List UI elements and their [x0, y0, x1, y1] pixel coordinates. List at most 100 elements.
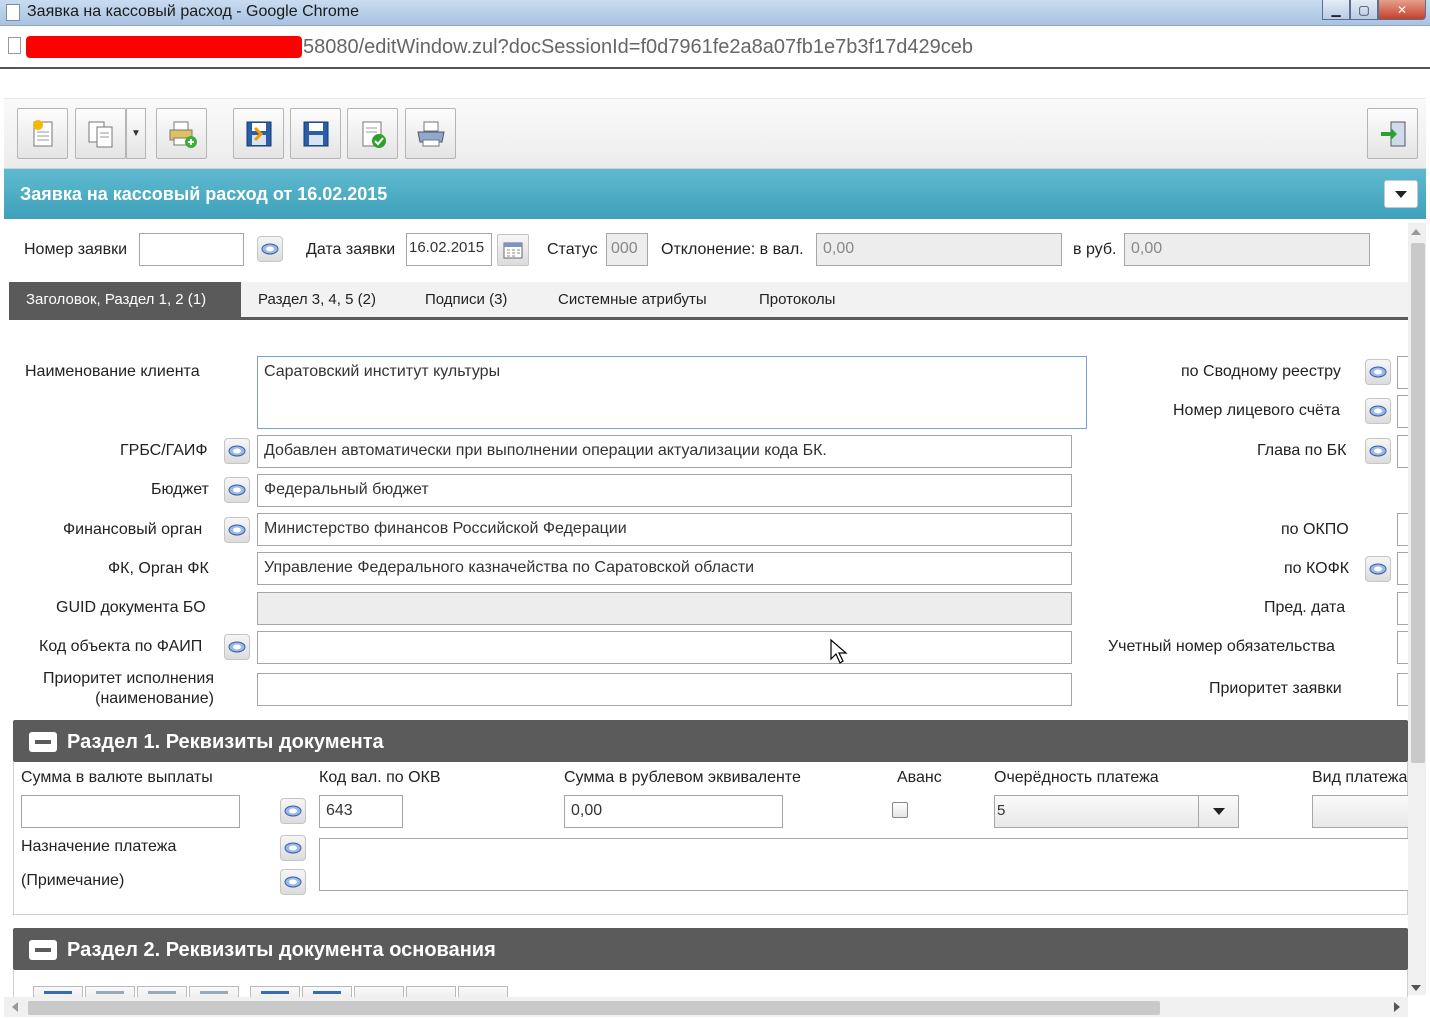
sum-input[interactable] [21, 795, 240, 828]
tab-sections-345[interactable]: Раздел 3, 4, 5 (2) [241, 282, 393, 317]
queue-label: Очерёдность платежа [994, 769, 1159, 786]
guid-label: GUID документа БО [56, 599, 206, 616]
scroll-up-icon[interactable] [1411, 229, 1421, 235]
collapse-icon[interactable] [29, 732, 57, 752]
deviation-label: Отклонение: в вал. [661, 241, 804, 258]
new-document-icon [32, 119, 52, 146]
validate-button[interactable] [347, 108, 398, 159]
budget-lookup[interactable] [224, 477, 250, 503]
horizontal-scroll-thumb[interactable] [28, 1001, 1160, 1015]
document-title: Заявка на кассовый расход от 16.02.2015 [20, 184, 388, 204]
address-bar[interactable]: 58080/editWindow.zul?docSessionId=f0d796… [0, 26, 1430, 69]
grbs-input[interactable]: Добавлен автоматически при выполнении оп… [257, 435, 1072, 468]
copy-document-button[interactable] [75, 108, 126, 159]
collapse-icon[interactable] [29, 940, 57, 960]
deviation-value: 0,00 [816, 233, 1062, 266]
horizontal-scrollbar[interactable] [4, 997, 1408, 1017]
priority-label-line1: Приоритет исполнения [42, 670, 214, 687]
note-lookup[interactable] [280, 869, 306, 895]
fk-input[interactable]: Управление Федерального казначейства по … [257, 552, 1072, 585]
request-number-input[interactable] [139, 233, 244, 266]
request-number-label: Номер заявки [24, 241, 128, 258]
section1-header[interactable]: Раздел 1. Реквизиты документа [13, 720, 1408, 762]
lookup-icon [228, 445, 246, 457]
tab-header[interactable]: Заголовок, Раздел 1, 2 (1) [9, 282, 241, 317]
scroll-down-icon[interactable] [1411, 985, 1421, 991]
lookup-icon [284, 876, 302, 888]
scroll-right-icon[interactable] [1394, 1002, 1400, 1012]
chevron-down-icon[interactable] [1198, 796, 1238, 827]
kofk-lookup[interactable] [1365, 556, 1391, 582]
rub-sum-label: Сумма в рублевом эквиваленте [564, 769, 801, 786]
scroll-left-icon[interactable] [12, 1002, 18, 1012]
vertical-scrollbar[interactable] [1408, 223, 1426, 995]
queue-value: 5 [997, 802, 1006, 819]
printer-add-icon [169, 121, 197, 148]
lookup-icon [284, 842, 302, 854]
tab-system-attributes[interactable]: Системные атрибуты [541, 282, 724, 317]
print-button[interactable] [405, 108, 456, 159]
grbs-label: ГРБС/ГАИФ [120, 442, 208, 459]
budget-label: Бюджет [151, 481, 209, 498]
pred-date-label: Пред. дата [1264, 599, 1346, 616]
fin-organ-input[interactable]: Министерство финансов Российской Федерац… [257, 513, 1072, 546]
tab-signatures[interactable]: Подписи (3) [408, 282, 524, 317]
document-header: Заявка на кассовый расход от 16.02.2015 [4, 169, 1426, 219]
lookup-icon [228, 484, 246, 496]
status-value: 000 [606, 233, 648, 266]
pay-type-label: Вид платежа [1312, 769, 1408, 786]
glava-lookup[interactable] [1365, 438, 1391, 464]
kofk-label: по КОФК [1284, 560, 1350, 577]
save-close-button[interactable] [233, 108, 284, 159]
request-number-lookup[interactable] [257, 236, 283, 262]
sum-lookup[interactable] [280, 798, 306, 824]
section2-title: Раздел 2. Реквизиты документа основания [67, 939, 496, 961]
pay-type-select[interactable] [1312, 795, 1408, 828]
floppy-disk-icon [303, 121, 328, 146]
new-document-button[interactable] [17, 108, 68, 159]
tab-protocols[interactable]: Протоколы [742, 282, 852, 317]
purpose-lookup[interactable] [280, 835, 306, 861]
fin-organ-lookup[interactable] [224, 517, 250, 543]
header-menu-button[interactable] [1384, 180, 1418, 208]
account-lookup[interactable] [1365, 398, 1391, 424]
calendar-button[interactable] [497, 234, 529, 266]
queue-select[interactable]: 5 [994, 795, 1239, 828]
calendar-icon [503, 242, 523, 259]
rub-sum-input[interactable]: 0,00 [564, 795, 783, 828]
rub-label: в руб. [1073, 241, 1117, 258]
lookup-icon [261, 243, 279, 255]
exit-button[interactable] [1367, 108, 1418, 159]
advance-checkbox[interactable] [892, 802, 908, 818]
vertical-scroll-thumb[interactable] [1411, 243, 1425, 763]
purpose-input[interactable] [319, 838, 1409, 891]
grbs-lookup[interactable] [224, 438, 250, 464]
print-add-button[interactable] [156, 108, 207, 159]
purpose-label: Назначение платежа [21, 838, 177, 855]
faip-label: Код объекта по ФАИП [39, 638, 203, 655]
lookup-icon [228, 641, 246, 653]
section2-header[interactable]: Раздел 2. Реквизиты документа основания [13, 928, 1408, 970]
minimize-button[interactable]: ▁ [1322, 0, 1350, 20]
maximize-button[interactable]: ▢ [1350, 0, 1378, 20]
window-title: Заявка на кассовый расход - Google Chrom… [27, 3, 359, 20]
request-date-input[interactable]: 16.02.2015 [406, 233, 492, 266]
budget-input[interactable]: Федеральный бюджет [257, 474, 1072, 507]
save-button[interactable] [290, 108, 341, 159]
obligation-label: Учетный номер обязательства [1108, 638, 1335, 655]
faip-input[interactable] [257, 631, 1072, 664]
priority-input[interactable] [257, 673, 1072, 706]
faip-lookup[interactable] [224, 634, 250, 660]
okpo-label: по ОКПО [1281, 521, 1349, 538]
fin-organ-label: Финансовый орган [63, 521, 203, 538]
copy-dropdown-button[interactable]: ▼ [126, 108, 146, 159]
window-controls: ▁ ▢ ✕ [1322, 0, 1426, 20]
client-name-input[interactable]: Саратовский институт культуры [257, 356, 1087, 429]
svod-lookup[interactable] [1365, 359, 1391, 385]
window-titlebar: Заявка на кассовый расход - Google Chrom… [0, 0, 1430, 26]
lookup-icon [284, 805, 302, 817]
section1-title: Раздел 1. Реквизиты документа [67, 731, 384, 753]
client-name-label: Наименование клиента [25, 363, 200, 380]
close-window-button[interactable]: ✕ [1378, 0, 1426, 20]
currency-input[interactable]: 643 [319, 795, 403, 828]
